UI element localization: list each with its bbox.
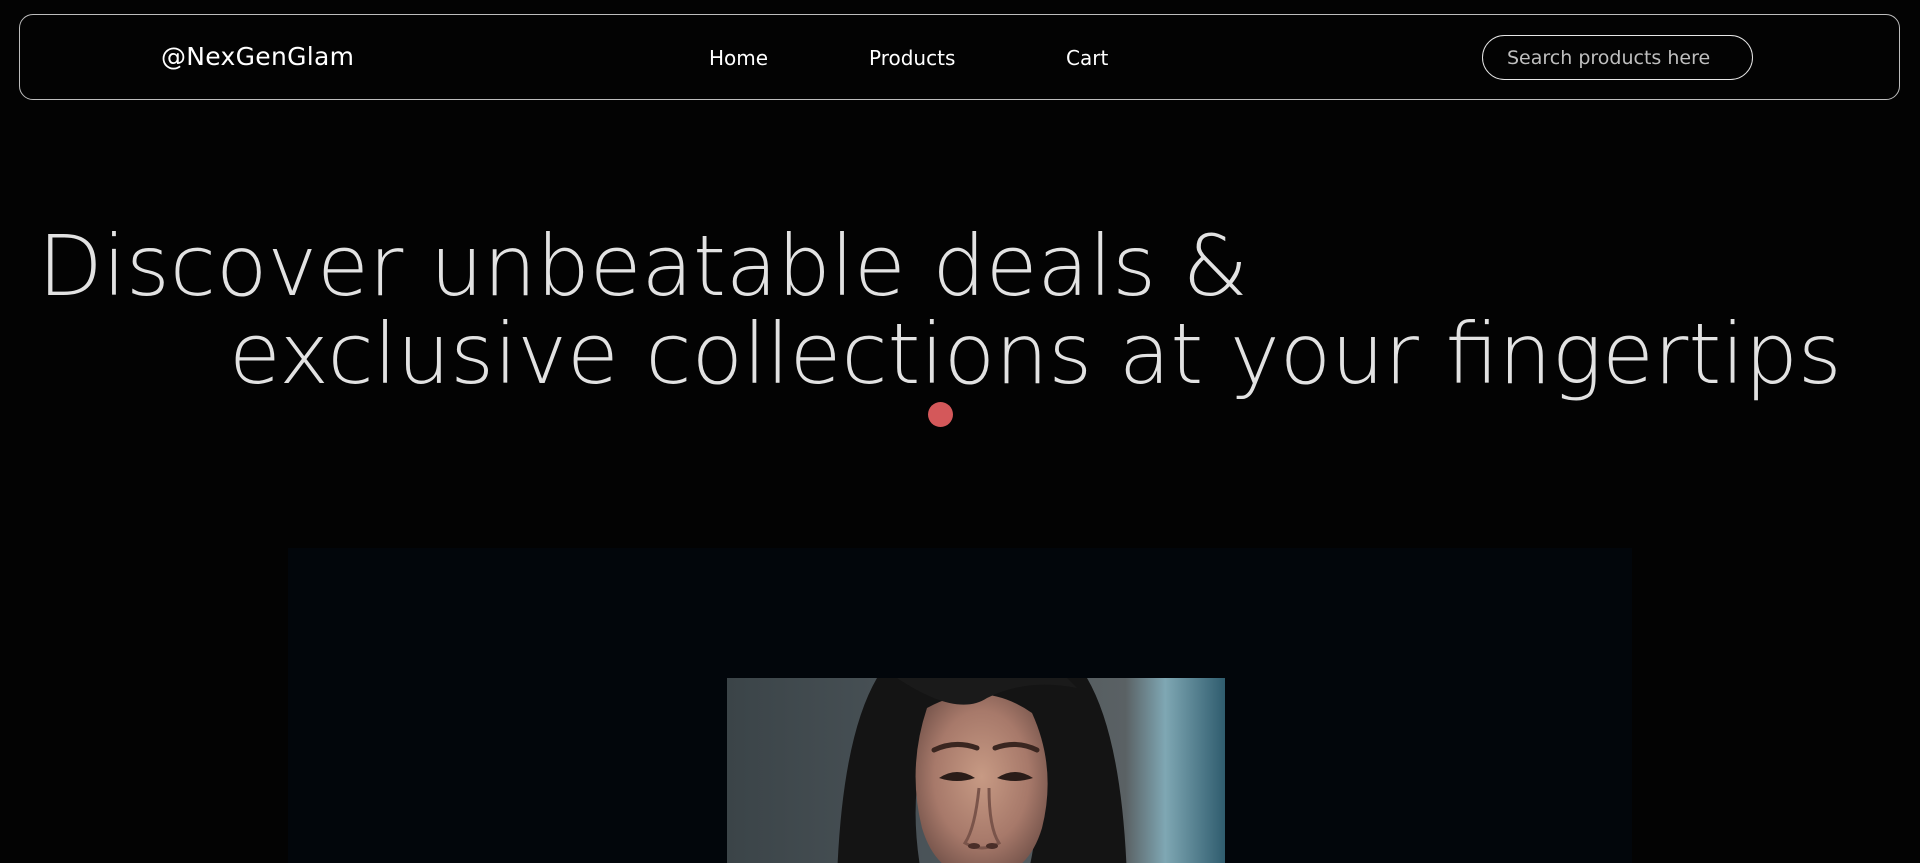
hero-headline-line-1: Discover unbeatable deals &: [38, 217, 1249, 315]
hero-headline-line-2: exclusive collections at your fingertips: [229, 305, 1842, 403]
navbar: @NexGenGlam Home Products Cart: [19, 14, 1900, 100]
page: @NexGenGlam Home Products Cart Discover …: [0, 0, 1920, 863]
nav-link-home[interactable]: Home: [709, 45, 768, 71]
model-photo-illustration: [837, 678, 1127, 863]
brand-logo[interactable]: @NexGenGlam: [161, 41, 354, 74]
nav-link-products[interactable]: Products: [869, 45, 955, 71]
model-photo: [727, 678, 1225, 863]
nav-link-cart[interactable]: Cart: [1066, 45, 1108, 71]
cursor-dot: [928, 402, 953, 427]
hero-media-panel: [288, 548, 1632, 863]
search-input[interactable]: [1482, 35, 1753, 80]
